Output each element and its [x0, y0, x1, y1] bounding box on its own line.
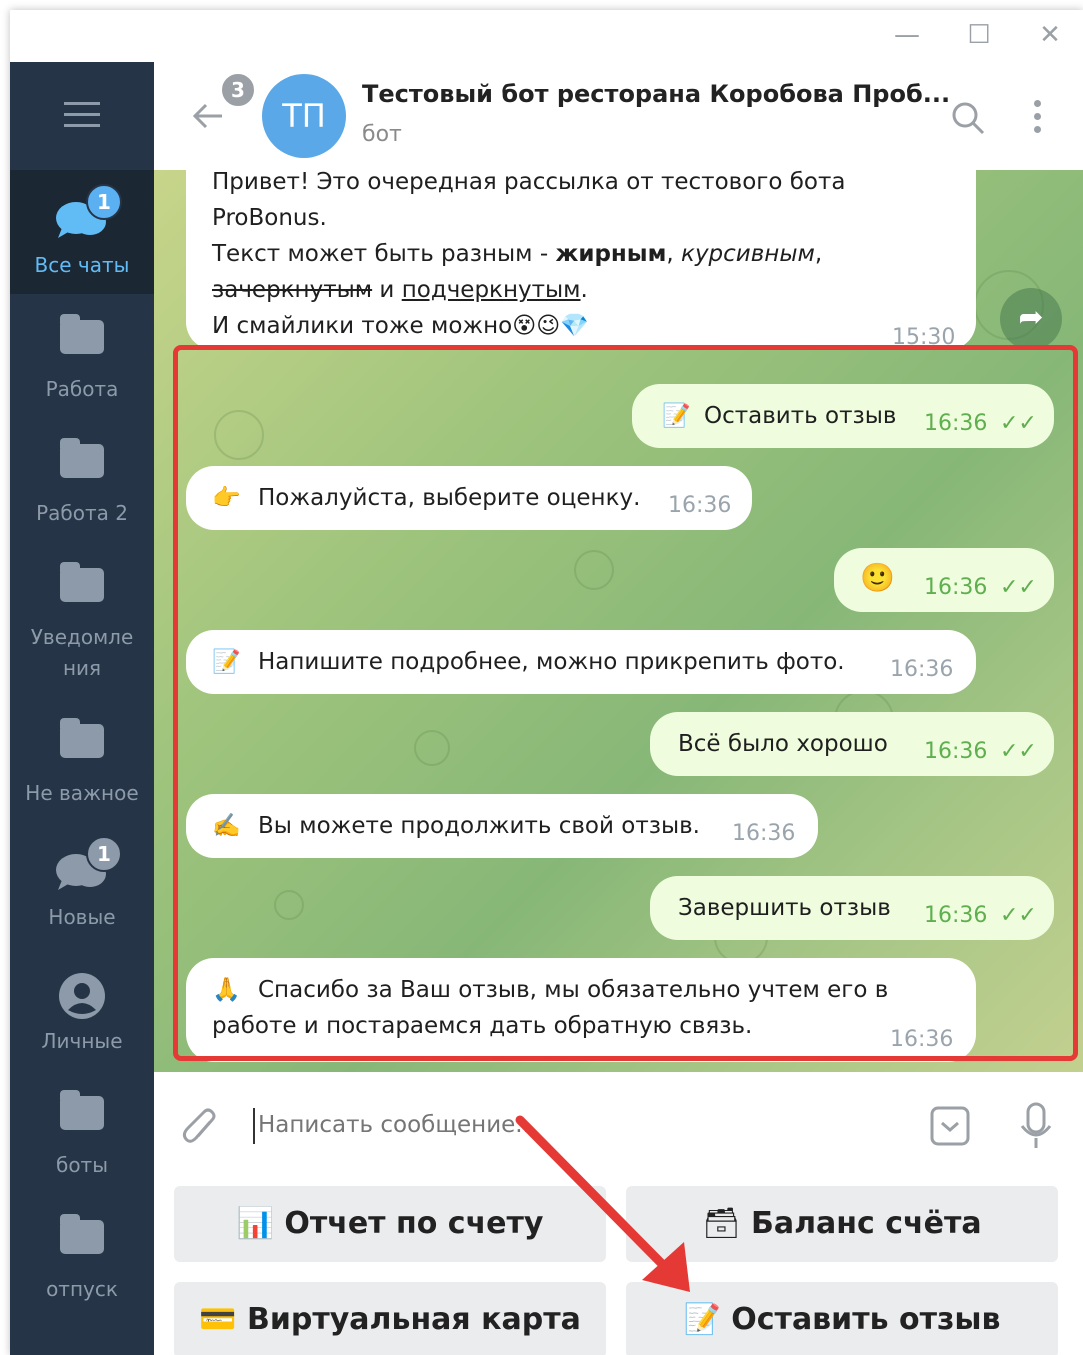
- menu-icon[interactable]: [64, 102, 100, 128]
- forward-icon[interactable]: ➦: [1000, 288, 1062, 350]
- keyboard-button-account-balance[interactable]: 🗃 Баланс счёта: [626, 1186, 1058, 1262]
- unread-badge: 1: [86, 836, 122, 872]
- folder-icon: [60, 1090, 104, 1130]
- folders-sidebar: 1 Все чаты Работа Работа 2 Уведомле ния …: [10, 62, 154, 1355]
- folder-icon: [60, 314, 104, 354]
- message-text: Привет! Это очередная рассылка от тестов…: [212, 170, 846, 195]
- sidebar-item-not-important[interactable]: Не важное: [10, 698, 154, 822]
- sidebar-item-label: Не важное: [25, 781, 139, 805]
- message-text: И смайлики тоже можно😵😉💎: [212, 313, 589, 339]
- bot-keyboard: 📊 Отчет по счету 🗃 Баланс счёта 💳 Виртуа…: [154, 1172, 1083, 1355]
- folder-icon: [60, 438, 104, 478]
- close-button[interactable]: ✕: [1032, 20, 1068, 52]
- avatar[interactable]: ТП: [262, 74, 346, 158]
- unread-badge: 1: [86, 184, 122, 220]
- chat-subtitle: бот: [362, 122, 402, 147]
- message-input[interactable]: [258, 1102, 898, 1148]
- search-icon[interactable]: [950, 100, 986, 140]
- keyboard-button-virtual-card[interactable]: 💳 Виртуальная карта: [174, 1282, 606, 1355]
- message-input-bar: [154, 1072, 1083, 1172]
- keyboard-button-leave-review[interactable]: 📝 Оставить отзыв: [626, 1282, 1058, 1355]
- sidebar-item-new[interactable]: 1 Новые: [10, 822, 154, 946]
- keyboard-button-account-report[interactable]: 📊 Отчет по счету: [174, 1186, 606, 1262]
- sidebar-item-vacation[interactable]: отпуск: [10, 1194, 154, 1318]
- sidebar-item-bots[interactable]: боты: [10, 1070, 154, 1194]
- back-arrow-icon[interactable]: [190, 98, 226, 138]
- message-text: зачеркнутым и подчеркнутым.: [212, 277, 588, 303]
- chat-header: 3 ТП Тестовый бот ресторана Коробова Про…: [154, 62, 1083, 182]
- sidebar-item-label: Личные: [41, 1029, 123, 1053]
- message-text: Текст может быть разным - жирным, курсив…: [212, 241, 823, 267]
- chat-title[interactable]: Тестовый бот ресторана Коробова Проб...: [362, 80, 950, 108]
- maximize-button[interactable]: ☐: [961, 20, 997, 52]
- attach-icon[interactable]: [180, 1106, 220, 1154]
- sidebar-item-label: Новые: [48, 905, 116, 929]
- sidebar-item-all-chats[interactable]: 1 Все чаты: [10, 170, 154, 294]
- sidebar-item-label: Работа 2: [36, 501, 128, 525]
- person-icon: [58, 972, 106, 1024]
- text-cursor: [253, 1108, 255, 1144]
- annotation-highlight-box: [173, 345, 1078, 1061]
- telegram-window: — ☐ ✕ 1 Все чаты Работа Работа 2 Уведомл…: [10, 10, 1083, 1355]
- sidebar-item-label: отпуск: [46, 1277, 118, 1301]
- title-bar: — ☐ ✕: [10, 10, 1083, 62]
- sidebar-item-rabota-2[interactable]: Работа 2: [10, 418, 154, 542]
- message-broadcast[interactable]: Привет! Это очередная рассылка от тестов…: [186, 170, 976, 350]
- sidebar-item-label: Уведомле ния: [30, 625, 134, 680]
- sidebar-item-label: Все чаты: [34, 253, 130, 277]
- sidebar-item-notifications[interactable]: Уведомле ния: [10, 542, 154, 692]
- folder-icon: [60, 718, 104, 758]
- sidebar-item-rabota[interactable]: Работа: [10, 294, 154, 418]
- folder-icon: [60, 562, 104, 602]
- minimize-button[interactable]: —: [889, 20, 925, 52]
- sidebar-item-label: боты: [55, 1153, 108, 1177]
- folder-icon: [60, 1214, 104, 1254]
- microphone-icon[interactable]: [1018, 1102, 1054, 1154]
- emoji-keyboard-icon[interactable]: [930, 1106, 970, 1150]
- more-icon[interactable]: [1034, 100, 1044, 133]
- sidebar-item-label: Работа: [45, 377, 119, 401]
- sidebar-item-personal[interactable]: Личные: [10, 946, 154, 1070]
- back-unread-badge: 3: [220, 72, 256, 108]
- message-text: ProBonus.: [212, 205, 327, 231]
